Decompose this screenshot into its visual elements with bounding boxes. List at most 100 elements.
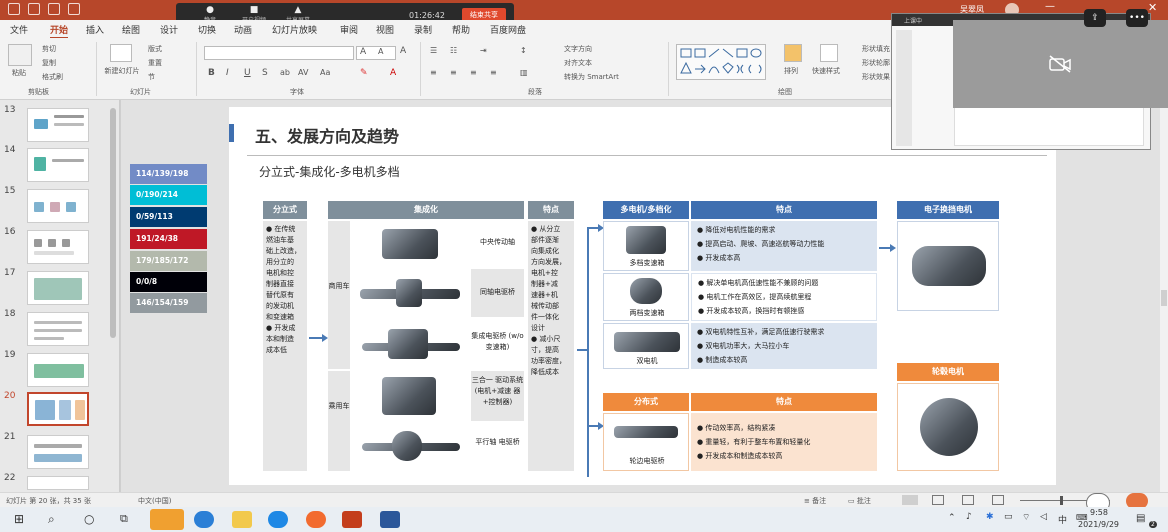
section-button[interactable]: 节: [148, 72, 155, 82]
new-slide-icon[interactable]: [110, 44, 132, 62]
char-spacing-icon[interactable]: AV: [298, 68, 308, 77]
windows-start-icon[interactable]: ⊞: [14, 512, 24, 526]
tab-slideshow[interactable]: 幻灯片放映: [272, 23, 317, 36]
bullets-icon[interactable]: ☰: [430, 46, 437, 55]
slide-thumbnail[interactable]: [27, 108, 89, 142]
numbering-icon[interactable]: ☷: [450, 46, 457, 55]
paste-button[interactable]: 粘贴: [12, 68, 26, 78]
reading-view-icon[interactable]: [962, 495, 974, 505]
tab-animations[interactable]: 动画: [234, 23, 252, 36]
highlight-icon[interactable]: ✎: [360, 68, 368, 78]
redo-icon[interactable]: [48, 3, 60, 15]
reset-button[interactable]: 重置: [148, 58, 162, 68]
cortana-icon[interactable]: ○: [84, 512, 94, 526]
word-icon[interactable]: [380, 511, 400, 528]
columns-icon[interactable]: ▥: [520, 68, 528, 77]
align-left-icon[interactable]: ≡: [430, 68, 437, 77]
slideshow-icon[interactable]: [992, 495, 1004, 505]
tab-insert[interactable]: 插入: [86, 23, 104, 36]
task-view-icon[interactable]: ⧉: [120, 512, 128, 526]
underline-icon[interactable]: U: [244, 68, 251, 78]
shape-effects-button[interactable]: 形状效果: [862, 72, 890, 82]
tab-view[interactable]: 视图: [376, 23, 394, 36]
slide-thumbnail[interactable]: [27, 353, 89, 387]
justify-icon[interactable]: ≡: [490, 68, 497, 77]
tab-file[interactable]: 文件: [10, 23, 28, 36]
slide-thumbnail[interactable]: [27, 312, 89, 346]
editor-scrollbar[interactable]: [1160, 100, 1168, 492]
paste-icon[interactable]: [8, 44, 32, 66]
quick-styles-icon[interactable]: [820, 44, 838, 62]
slide-thumbnail[interactable]: [27, 148, 89, 182]
comments-button[interactable]: ▭ 批注: [848, 496, 871, 506]
app-icon[interactable]: [306, 511, 326, 528]
slide-thumbnail[interactable]: [27, 271, 89, 305]
tab-record[interactable]: 录制: [414, 23, 432, 36]
layout-button[interactable]: 版式: [148, 44, 162, 54]
smartart-button[interactable]: 转换为 SmartArt: [564, 72, 619, 82]
tab-review[interactable]: 审阅: [340, 23, 358, 36]
shapes-gallery[interactable]: [676, 44, 766, 80]
slide-thumbnail[interactable]: [27, 230, 89, 264]
tab-home[interactable]: 开始: [50, 23, 69, 39]
bluetooth-icon[interactable]: ✱: [986, 512, 994, 522]
change-case-icon[interactable]: Aa: [320, 68, 330, 77]
chrome-icon[interactable]: [194, 511, 214, 528]
search-icon[interactable]: ⌕: [48, 512, 55, 527]
present-icon[interactable]: [68, 3, 80, 15]
file-explorer-icon[interactable]: [232, 511, 252, 528]
language-indicator[interactable]: 中文(中国): [138, 496, 171, 506]
grow-font-icon[interactable]: A: [360, 47, 366, 57]
slide-thumbnail[interactable]: [27, 476, 89, 490]
more-button[interactable]: •••: [1126, 9, 1148, 27]
video-feed[interactable]: [953, 20, 1168, 108]
copy-button[interactable]: 复制: [42, 58, 56, 68]
indent-icon[interactable]: ⇥: [480, 46, 487, 55]
ime-indicator[interactable]: 中: [1058, 513, 1067, 526]
network-icon[interactable]: ▭: [1004, 512, 1013, 522]
cut-button[interactable]: 剪切: [42, 44, 56, 54]
arrange-button[interactable]: 排列: [784, 66, 798, 76]
format-painter-button[interactable]: 格式刷: [42, 72, 63, 82]
align-text-button[interactable]: 对齐文本: [564, 58, 592, 68]
undo-icon[interactable]: [28, 3, 40, 15]
slide-thumbnail[interactable]: [27, 189, 89, 223]
arrange-icon[interactable]: [784, 44, 802, 62]
clock-date[interactable]: 2021/9/29: [1078, 520, 1119, 529]
text-direction-button[interactable]: 文字方向: [564, 44, 592, 54]
shrink-font-icon[interactable]: A: [378, 47, 383, 56]
italic-icon[interactable]: I: [226, 68, 229, 78]
bold-icon[interactable]: B: [208, 68, 215, 78]
zoom-slider-thumb[interactable]: [1060, 496, 1063, 505]
tab-help[interactable]: 帮助: [452, 23, 470, 36]
align-center-icon[interactable]: ≡: [450, 68, 457, 77]
browser-icon[interactable]: [268, 511, 288, 528]
font-color-icon[interactable]: A: [390, 68, 396, 78]
notes-button[interactable]: ≡ 备注: [804, 496, 826, 506]
align-right-icon[interactable]: ≡: [470, 68, 477, 77]
shadow-icon[interactable]: S: [262, 68, 268, 78]
save-icon[interactable]: [8, 3, 20, 15]
shape-outline-button[interactable]: 形状轮廓: [862, 58, 890, 68]
minimize-icon[interactable]: —: [1045, 1, 1055, 12]
tray-chevron-icon[interactable]: ⌃: [948, 513, 956, 523]
meeting-app-icon[interactable]: [150, 509, 184, 530]
slide-thumbnail-current[interactable]: [27, 392, 89, 426]
slide-thumbnail[interactable]: [27, 435, 89, 469]
shape-fill-button[interactable]: 形状填充: [862, 44, 890, 54]
new-slide-button[interactable]: 新建幻灯片: [104, 66, 140, 76]
strikethrough-icon[interactable]: ab: [280, 68, 290, 77]
clear-format-icon[interactable]: A: [400, 46, 406, 56]
wifi-icon[interactable]: ⌔: [1022, 512, 1030, 523]
notification-icon[interactable]: ▤: [1136, 513, 1145, 524]
volume-icon[interactable]: ◁: [1040, 512, 1047, 522]
tab-design[interactable]: 设计: [160, 23, 178, 36]
mic-tray-icon[interactable]: ♪: [966, 512, 972, 522]
normal-view-icon[interactable]: [902, 495, 918, 505]
clock-time[interactable]: 9:58: [1090, 508, 1108, 517]
tab-transitions[interactable]: 切换: [198, 23, 216, 36]
powerpoint-icon[interactable]: [342, 511, 362, 528]
tab-draw[interactable]: 绘图: [122, 23, 140, 36]
slide-sorter-icon[interactable]: [932, 495, 944, 505]
line-spacing-icon[interactable]: ↕: [520, 46, 527, 55]
